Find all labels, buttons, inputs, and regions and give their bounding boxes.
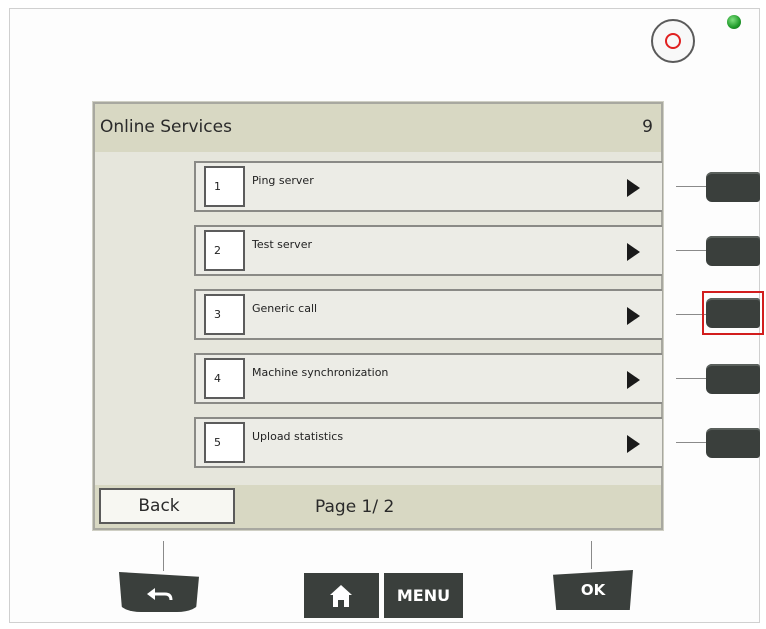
item-label: Upload statistics	[252, 430, 344, 443]
item-label: Ping server	[252, 174, 314, 187]
home-icon	[330, 585, 352, 607]
status-led-icon	[727, 15, 741, 29]
play-arrow-icon	[627, 307, 640, 325]
display-screen: Online Services 9 1 Ping server 2 Test s…	[93, 102, 663, 530]
item-number: 1	[204, 166, 245, 207]
softkey-connector	[676, 378, 706, 379]
softkey-2[interactable]	[706, 236, 760, 266]
menu-item-generic-call[interactable]: 3 Generic call	[194, 289, 662, 340]
menu-item-ping-server[interactable]: 1 Ping server	[194, 161, 662, 212]
item-number: 2	[204, 230, 245, 271]
home-button[interactable]	[304, 573, 379, 618]
menu-item-machine-synchronization[interactable]: 4 Machine synchronization	[194, 353, 662, 404]
menu-button[interactable]: MENU	[384, 573, 463, 618]
play-arrow-icon	[627, 371, 640, 389]
item-label: Machine synchronization	[252, 366, 389, 379]
softkey-1[interactable]	[706, 172, 760, 202]
screen-footer: Back Page 1/ 2	[95, 485, 661, 528]
power-ring-icon[interactable]	[651, 19, 695, 63]
item-label: Test server	[252, 238, 312, 251]
header-count: 9	[642, 117, 653, 137]
screen-header: Online Services 9	[95, 104, 661, 153]
softkey-connector	[676, 186, 706, 187]
back-connector	[163, 541, 164, 571]
item-number: 4	[204, 358, 245, 399]
item-label: Generic call	[252, 302, 318, 315]
softkey-5[interactable]	[706, 428, 760, 458]
return-arrow-icon	[147, 588, 173, 601]
softkey-connector	[676, 250, 706, 251]
play-arrow-icon	[627, 243, 640, 261]
back-hard-button[interactable]	[119, 572, 199, 612]
page-title: Online Services	[100, 117, 232, 137]
play-arrow-icon	[627, 435, 640, 453]
softkey-connector	[676, 442, 706, 443]
item-number: 5	[204, 422, 245, 463]
ok-button[interactable]: OK	[553, 570, 633, 610]
play-arrow-icon	[627, 179, 640, 197]
menu-item-upload-statistics[interactable]: 5 Upload statistics	[194, 417, 662, 468]
menu-list: 1 Ping server 2 Test server 3 Generic ca…	[95, 152, 662, 485]
page-indicator: Page 1/ 2	[315, 497, 395, 517]
ok-connector	[591, 541, 592, 569]
back-button[interactable]: Back	[99, 488, 235, 524]
softkey-highlight	[702, 291, 764, 335]
softkey-4[interactable]	[706, 364, 760, 394]
menu-item-test-server[interactable]: 2 Test server	[194, 225, 662, 276]
item-number: 3	[204, 294, 245, 335]
